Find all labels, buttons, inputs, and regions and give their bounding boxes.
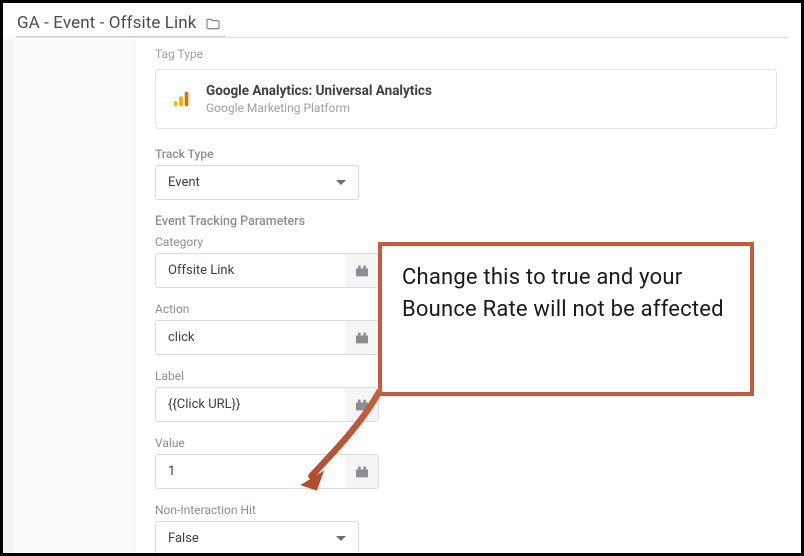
track-type-select[interactable]: Event (155, 165, 359, 200)
annotation-callout: Change this to true and your Bounce Rate… (378, 242, 754, 396)
value-label: Value (155, 436, 777, 450)
google-analytics-icon (170, 88, 192, 110)
variable-icon (354, 397, 370, 413)
non-interaction-label: Non-Interaction Hit (155, 503, 777, 517)
non-interaction-select[interactable]: False (155, 521, 359, 556)
variable-icon (354, 263, 370, 279)
tag-type-card-subtitle: Google Marketing Platform (206, 100, 432, 116)
value-variable-button[interactable] (345, 454, 379, 489)
label-input[interactable]: {{Click URL}} (155, 387, 345, 422)
tag-type-card-text: Google Analytics: Universal Analytics Go… (206, 82, 432, 116)
app-frame: GA - Event - Offsite Link Tag Type (0, 0, 804, 556)
variable-icon (354, 464, 370, 480)
category-input[interactable]: Offsite Link (155, 253, 345, 288)
label-variable-button[interactable] (345, 387, 379, 422)
folder-icon[interactable] (204, 16, 220, 30)
value-input[interactable]: 1 (155, 454, 345, 489)
chevron-down-icon (336, 180, 346, 185)
page-title-row: GA - Event - Offsite Link (17, 13, 220, 37)
track-type-label: Track Type (155, 147, 777, 161)
annotation-text: Change this to true and your Bounce Rate… (402, 262, 730, 326)
variable-icon (354, 330, 370, 346)
left-sidebar (3, 39, 135, 553)
action-input[interactable]: click (155, 320, 345, 355)
page-header: GA - Event - Offsite Link (3, 3, 801, 37)
action-variable-button[interactable] (345, 320, 379, 355)
tag-type-card[interactable]: Google Analytics: Universal Analytics Go… (155, 69, 777, 129)
chevron-down-icon (336, 536, 346, 541)
event-params-heading: Event Tracking Parameters (155, 214, 777, 229)
non-interaction-value: False (168, 531, 199, 546)
track-type-value: Event (168, 175, 200, 190)
category-variable-button[interactable] (345, 253, 379, 288)
page-title: GA - Event - Offsite Link (17, 13, 196, 33)
title-underline (16, 36, 226, 37)
tag-type-card-title: Google Analytics: Universal Analytics (206, 82, 432, 100)
header-divider (15, 37, 789, 38)
tag-type-heading: Tag Type (155, 47, 777, 61)
